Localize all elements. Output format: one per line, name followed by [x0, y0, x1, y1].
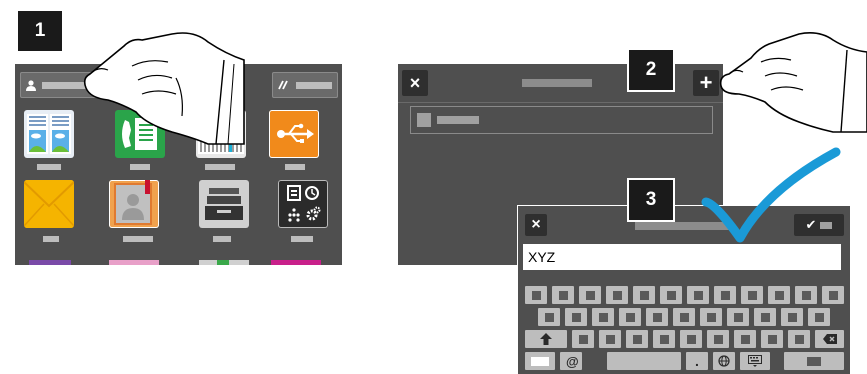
copy-app-label	[37, 164, 61, 170]
keyboard-key[interactable]	[626, 330, 648, 348]
close-icon[interactable]: ×	[525, 214, 547, 236]
backspace-icon	[822, 334, 837, 344]
scan-app-label	[205, 164, 235, 170]
jobs-app-tile[interactable]	[199, 180, 249, 228]
app-tile-row3-4[interactable]	[271, 260, 321, 265]
keyboard-key[interactable]	[673, 308, 695, 326]
address-book-app-label	[123, 236, 153, 242]
space-key[interactable]	[607, 352, 681, 370]
address-book-icon	[114, 180, 152, 225]
period-key-label: .	[695, 353, 699, 369]
enter-key[interactable]	[784, 352, 844, 370]
keyboard-key[interactable]	[606, 286, 628, 304]
text-entry-field[interactable]: XYZ	[523, 244, 841, 270]
keyboard-key[interactable]	[552, 286, 574, 304]
at-key[interactable]: @	[560, 352, 582, 370]
keyboard-key[interactable]	[714, 286, 736, 304]
keyboard-key[interactable]	[727, 308, 749, 326]
usb-app-label	[285, 164, 305, 170]
address-book-app-tile[interactable]	[109, 180, 159, 228]
keyboard-key[interactable]	[680, 330, 702, 348]
keyboard-key[interactable]	[660, 286, 682, 304]
keyboard-key[interactable]	[741, 286, 763, 304]
keyboard-key[interactable]	[781, 308, 803, 326]
keyboard-key[interactable]	[754, 308, 776, 326]
app-tile-row3-3[interactable]	[199, 260, 249, 265]
keyboard-key[interactable]	[653, 330, 675, 348]
panel2-title-placeholder	[522, 79, 592, 87]
keyboard-key[interactable]	[538, 308, 560, 326]
keyboard-icon	[748, 355, 762, 367]
keyboard-key[interactable]	[768, 286, 790, 304]
shift-icon	[540, 333, 552, 345]
customize-button[interactable]	[272, 72, 338, 98]
step-3-badge: 3	[629, 180, 673, 220]
envelope-icon	[24, 180, 74, 228]
checkmark-icon	[701, 147, 841, 243]
keyboard-key[interactable]	[525, 286, 547, 304]
on-screen-keyboard: @ .	[518, 279, 850, 374]
keyboard-key[interactable]	[579, 286, 601, 304]
period-key[interactable]: .	[686, 352, 708, 370]
keyboard-key[interactable]	[700, 308, 722, 326]
keyboard-key[interactable]	[633, 286, 655, 304]
keyboard-key[interactable]	[599, 330, 621, 348]
keyboard-key[interactable]	[565, 308, 587, 326]
symbols-key[interactable]	[525, 352, 555, 370]
edit-icon	[278, 80, 288, 90]
globe-icon	[718, 355, 730, 367]
pointing-hand-2	[719, 32, 867, 133]
at-key-label: @	[566, 353, 579, 369]
panel2-list-item[interactable]	[410, 106, 713, 134]
device-app-tile[interactable]	[278, 180, 328, 228]
keyboard-key[interactable]	[592, 308, 614, 326]
keyboard-key[interactable]	[795, 286, 817, 304]
panel2-divider	[398, 102, 723, 103]
keyboard-key[interactable]	[788, 330, 810, 348]
usb-app-tile[interactable]	[269, 110, 319, 158]
close-icon[interactable]: ×	[402, 70, 428, 96]
keyboard-key[interactable]	[761, 330, 783, 348]
app-tile-row3-2[interactable]	[109, 260, 159, 265]
step-2-badge: 2	[629, 50, 673, 90]
customize-placeholder	[296, 81, 332, 89]
keyboard-key[interactable]	[572, 330, 594, 348]
email-app-label	[43, 236, 59, 242]
app-tile-row3-1[interactable]	[29, 260, 71, 265]
keyboard-key[interactable]	[707, 330, 729, 348]
email-app-tile[interactable]	[24, 180, 74, 228]
shift-key[interactable]	[525, 330, 567, 348]
fax-app-label	[130, 164, 150, 170]
keyboard-key[interactable]	[822, 286, 844, 304]
keyboard-key[interactable]	[619, 308, 641, 326]
keyboard-key[interactable]	[646, 308, 668, 326]
printer-tray-icon	[205, 188, 243, 220]
keyboard-key[interactable]	[687, 286, 709, 304]
device-settings-icon	[287, 185, 321, 222]
hide-keyboard-key[interactable]	[740, 352, 770, 370]
backspace-key[interactable]	[815, 330, 844, 348]
language-key[interactable]	[713, 352, 735, 370]
device-app-label	[291, 236, 313, 242]
jobs-app-label	[213, 236, 231, 242]
step-1-badge: 1	[18, 11, 62, 51]
pointing-hand-1	[83, 32, 245, 145]
keyboard-key[interactable]	[808, 308, 830, 326]
copy-app-tile[interactable]	[24, 110, 74, 158]
copy-icon	[27, 114, 71, 154]
usb-icon	[277, 123, 314, 143]
user-icon	[26, 79, 36, 91]
keyboard-key[interactable]	[734, 330, 756, 348]
